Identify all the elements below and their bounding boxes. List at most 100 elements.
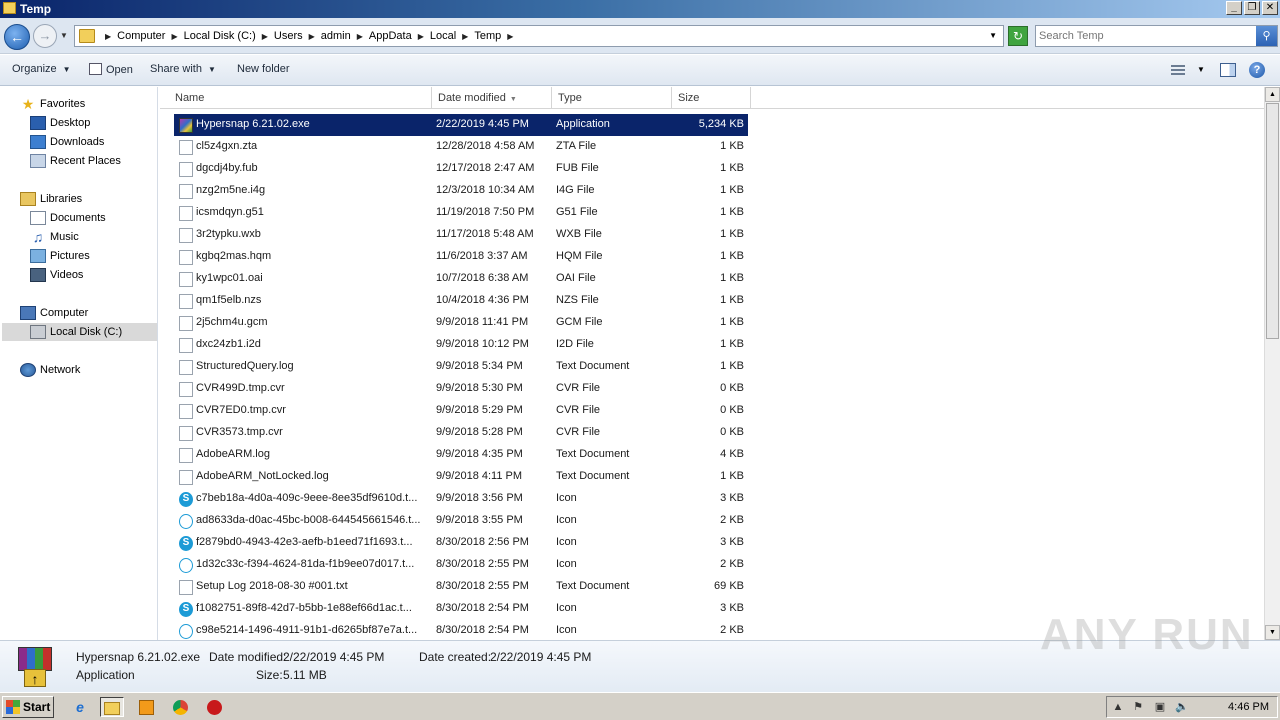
nav-desktop[interactable]: Desktop (30, 114, 90, 132)
file-icon (179, 382, 193, 397)
chevron-right-icon[interactable]: ▶ (171, 32, 177, 41)
file-row[interactable]: 3r2typku.wxb 11/17/2018 5:48 AM WXB File 1 … (174, 224, 748, 246)
chevron-right-icon[interactable]: ▶ (418, 32, 424, 41)
nav-music[interactable]: ♫ Music (30, 228, 79, 246)
nav-documents[interactable]: Documents (30, 209, 106, 227)
search-input[interactable] (1039, 28, 1254, 44)
file-row[interactable]: nzg2m5ne.i4g 12/3/2018 10:34 AM I4G File 1 … (174, 180, 748, 202)
breadcrumb-local[interactable]: Local (430, 30, 456, 42)
address-history-dropdown[interactable]: ▼ (989, 31, 997, 40)
windows-explorer-icon[interactable] (100, 697, 124, 717)
refresh-button[interactable]: ↻ (1008, 26, 1028, 46)
scrollbar-thumb[interactable] (1266, 103, 1279, 339)
file-row[interactable]: AdobeARM_NotLocked.log 9/9/2018 4:11 PM Te… (174, 466, 748, 488)
nav-downloads[interactable]: Downloads (30, 133, 104, 151)
file-row[interactable]: c98e5214-1496-4911-91b1-d6265bf87e7a.t..… (174, 620, 748, 640)
file-size: 1 KB (720, 184, 744, 196)
nav-libraries[interactable]: Libraries (20, 190, 82, 208)
scroll-down-icon[interactable]: ▼ (1265, 625, 1280, 640)
start-button[interactable]: Start (2, 696, 54, 718)
file-row[interactable]: cl5z4gxn.zta 12/28/2018 4:58 AM ZTA File 1 … (174, 136, 748, 158)
nav-recent-places[interactable]: Recent Places (30, 152, 121, 170)
help-icon[interactable]: ? (1249, 62, 1265, 78)
address-bar[interactable]: ▶ Computer ▶ Local Disk (C:) ▶ Users ▶ a… (74, 25, 1004, 47)
back-button[interactable]: ← (4, 24, 30, 50)
action-center-flag-icon[interactable]: ⚑ (1131, 700, 1145, 714)
maximize-button[interactable]: ❐ (1244, 1, 1260, 15)
file-size: 0 KB (720, 426, 744, 438)
nav-videos[interactable]: Videos (30, 266, 83, 284)
chevron-right-icon[interactable]: ▶ (357, 32, 363, 41)
file-type: Text Document (556, 448, 630, 460)
breadcrumb-users[interactable]: Users (274, 30, 303, 42)
scroll-up-icon[interactable]: ▲ (1265, 87, 1280, 102)
disk-drive-icon (30, 325, 46, 339)
show-hidden-icons-icon[interactable]: ▲ (1111, 700, 1125, 714)
search-icon[interactable]: ⚲ (1256, 26, 1277, 46)
breadcrumb-temp[interactable]: Temp (474, 30, 501, 42)
music-icon: ♫ (32, 229, 44, 245)
file-row[interactable]: AdobeARM.log 9/9/2018 4:35 PM Text Documen… (174, 444, 748, 466)
new-folder-button[interactable]: New folder (237, 63, 290, 75)
file-row[interactable]: ad8633da-d0ac-45bc-b008-644545661546.t..… (174, 510, 748, 532)
chevron-right-icon[interactable]: ▶ (462, 32, 468, 41)
file-row[interactable]: dxc24zb1.i2d 9/9/2018 10:12 PM I2D File 1 K… (174, 334, 748, 356)
nav-favorites[interactable]: ★ Favorites (20, 95, 86, 113)
preview-pane-icon[interactable] (1220, 63, 1236, 77)
chevron-right-icon[interactable]: ▶ (309, 32, 315, 41)
minimize-button[interactable]: _ (1226, 1, 1242, 15)
media-player-icon[interactable] (134, 697, 158, 717)
nav-local-disk[interactable]: Local Disk (C:) (2, 323, 157, 341)
file-row[interactable]: ky1wpc01.oai 10/7/2018 6:38 AM OAI File 1 K… (174, 268, 748, 290)
open-icon (89, 63, 102, 75)
nav-computer[interactable]: Computer (20, 304, 88, 322)
file-row[interactable]: CVR7ED0.tmp.cvr 9/9/2018 5:29 PM CVR File 0… (174, 400, 748, 422)
nav-documents-label: Documents (50, 212, 106, 224)
file-row[interactable]: dgcdj4by.fub 12/17/2018 2:47 AM FUB File 1 … (174, 158, 748, 180)
organize-button[interactable]: Organize ▼ (12, 63, 71, 75)
open-button[interactable]: Open (89, 63, 133, 76)
share-with-button[interactable]: Share with ▼ (150, 63, 216, 75)
file-row[interactable]: CVR3573.tmp.cvr 9/9/2018 5:28 PM CVR File 0… (174, 422, 748, 444)
desktop-icon (30, 116, 46, 130)
file-row[interactable]: CVR499D.tmp.cvr 9/9/2018 5:30 PM CVR File 0… (174, 378, 748, 400)
column-header-name[interactable]: Name (169, 87, 432, 109)
column-header-size[interactable]: Size (672, 87, 751, 109)
stop-icon[interactable] (202, 697, 226, 717)
computer-icon (20, 306, 36, 320)
file-row[interactable]: icsmdqyn.g51 11/19/2018 7:50 PM G51 File 1 … (174, 202, 748, 224)
nav-pictures[interactable]: Pictures (30, 247, 90, 265)
column-header-date-modified[interactable]: Date modified ▼ (432, 87, 552, 109)
nav-network[interactable]: Network (20, 361, 80, 379)
file-row[interactable]: 1d32c33c-f394-4624-81da-f1b9ee07d017.t..… (174, 554, 748, 576)
chevron-down-icon[interactable]: ▼ (1197, 65, 1205, 74)
breadcrumb-admin[interactable]: admin (321, 30, 351, 42)
file-row[interactable]: kgbq2mas.hqm 11/6/2018 3:37 AM HQM File 1 K… (174, 246, 748, 268)
network-status-icon[interactable]: ▣ (1153, 700, 1167, 714)
internet-explorer-icon[interactable]: e (68, 697, 92, 717)
file-row[interactable]: Setup Log 2018-08-30 #001.txt 8/30/2018 2… (174, 576, 748, 598)
file-row[interactable]: StructuredQuery.log 9/9/2018 5:34 PM Text … (174, 356, 748, 378)
recent-pages-dropdown[interactable]: ▼ (60, 31, 68, 40)
vertical-scrollbar[interactable]: ▲ ▼ (1264, 87, 1280, 640)
close-button[interactable]: ✕ (1262, 1, 1278, 15)
breadcrumb-appdata[interactable]: AppData (369, 30, 412, 42)
chevron-right-icon[interactable]: ▶ (507, 32, 513, 41)
change-view-icon[interactable] (1170, 63, 1186, 77)
chevron-right-icon[interactable]: ▶ (262, 32, 268, 41)
chrome-icon[interactable] (168, 697, 192, 717)
breadcrumb-local-disk[interactable]: Local Disk (C:) (184, 30, 256, 42)
file-row[interactable]: Hypersnap 6.21.02.exe 2/22/2019 4:45 PM Ap… (174, 114, 748, 136)
chevron-right-icon[interactable]: ▶ (105, 32, 111, 41)
file-row[interactable]: Sf1082751-89f8-42d7-b5bb-1e88ef66d1ac.t.… (174, 598, 748, 620)
file-row[interactable]: qm1f5elb.nzs 10/4/2018 4:36 PM NZS File 1 K… (174, 290, 748, 312)
file-type: ZTA File (556, 140, 597, 152)
column-header-type[interactable]: Type (552, 87, 672, 109)
file-row[interactable]: Sc7beb18a-4d0a-409c-9eee-8ee35df9610d.t.… (174, 488, 748, 510)
breadcrumb-computer[interactable]: Computer (117, 30, 165, 42)
file-row[interactable]: Sf2879bd0-4943-42e3-aefb-b1eed71f1693.t.… (174, 532, 748, 554)
volume-icon[interactable]: 🔈 (1175, 700, 1189, 714)
file-row[interactable]: 2j5chm4u.gcm 9/9/2018 11:41 PM GCM File 1 K… (174, 312, 748, 334)
clock[interactable]: 4:46 PM (1228, 701, 1269, 713)
forward-button[interactable]: → (33, 24, 57, 48)
